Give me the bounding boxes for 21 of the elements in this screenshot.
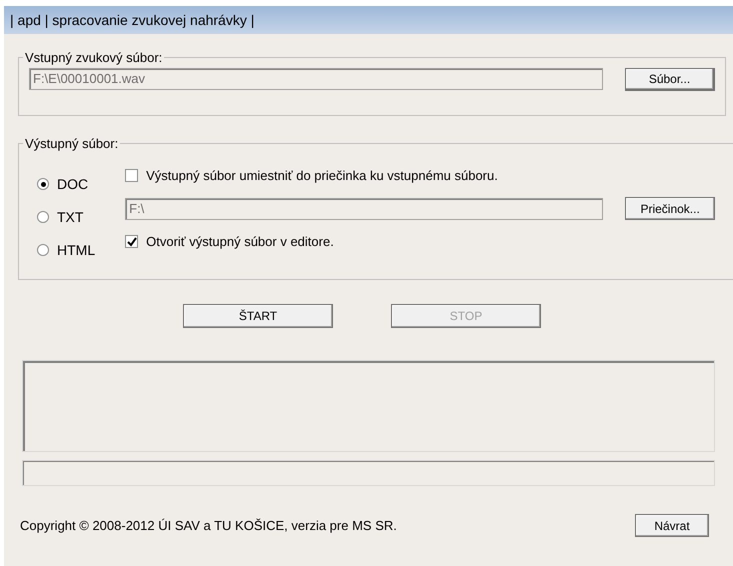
radio-button[interactable] [37,211,49,223]
copyright-text: Copyright © 2008-2012 ÚI SAV a TU KOŠICE, verzia pre MS SR. [20,516,397,535]
action-button[interactable]: ŠTART [183,304,333,328]
folder-button[interactable]: Priečinok... [625,197,716,220]
checkbox[interactable] [125,168,138,182]
radio-label: TXT [57,208,84,226]
return-button[interactable]: Návrat [635,514,709,537]
group-legend: Výstupný súbor: [23,134,120,154]
file-button[interactable]: Súbor... [625,68,715,90]
checkbox-label: Výstupný súbor umiestniť do priečinka ku vstupnému súboru. [146,166,498,185]
radio-button[interactable] [37,244,49,256]
input-field[interactable]: F:\E\00010001.wav [29,68,603,90]
radio-label: HTML [57,240,96,260]
radio-label: DOC [57,174,88,194]
window-title: | apd | spracovanie zvukovej nahrávky | [4,6,733,34]
group-legend: Vstupný zvukový súbor: [23,48,164,68]
checkbox-label: Otvoriť výstupný súbor v editore. [146,233,334,251]
radio-button[interactable] [37,178,49,190]
check-icon [126,236,137,247]
folder-field[interactable]: F:\ [125,198,604,220]
checkbox[interactable] [125,235,138,248]
